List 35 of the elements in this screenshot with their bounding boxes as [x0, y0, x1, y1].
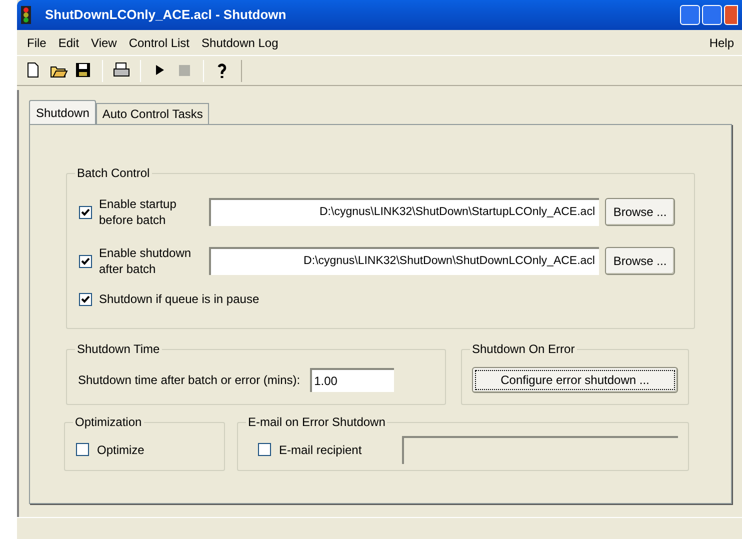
checkbox[interactable] — [258, 443, 271, 456]
traffic-light-icon — [21, 6, 31, 24]
menu-item[interactable]: Edit — [52, 34, 86, 52]
checkbox-label: Enable startup before batch — [99, 196, 178, 228]
group-title: Shutdown Time — [75, 342, 162, 356]
menu-item[interactable]: File — [21, 34, 52, 52]
push-button[interactable]: Browse ... — [605, 247, 675, 275]
tab[interactable]: Auto Control Tasks — [96, 103, 209, 124]
group-title: Batch Control — [75, 166, 152, 180]
minimize-button[interactable] — [680, 5, 700, 25]
time-field[interactable]: 1.00 — [310, 368, 394, 392]
close-button[interactable] — [724, 5, 738, 25]
checkbox-label: Optimize — [97, 442, 144, 458]
tab[interactable]: Shutdown — [29, 100, 96, 124]
window-title: ShutDownLCOnly_ACE.acl - Shutdown — [45, 6, 286, 24]
menu-item[interactable]: Control List — [122, 34, 196, 52]
push-button[interactable]: Configure error shutdown ... — [472, 367, 678, 393]
path-field[interactable]: D:\cygnus\LINK32\ShutDown\StartupLCOnly_ACE.acl — [209, 198, 599, 226]
group-title: E-mail on Error Shutdown — [246, 415, 388, 429]
field-label: Shutdown time after batch or error (mins): — [78, 372, 300, 389]
menu-item[interactable]: Shutdown Log — [196, 34, 284, 52]
path-field[interactable]: D:\cygnus\LINK32\ShutDown\ShutDownLCOnly_ACE.acl — [209, 247, 599, 275]
menu-item[interactable]: Help — [705, 34, 738, 52]
checkbox-label: Enable shutdown after batch — [99, 245, 192, 277]
maximize-button[interactable] — [702, 5, 722, 25]
menu-item[interactable]: View — [85, 34, 123, 52]
checkbox[interactable] — [79, 254, 92, 268]
checkbox[interactable] — [79, 206, 92, 218]
checkbox[interactable] — [76, 443, 89, 456]
checkbox[interactable] — [79, 292, 92, 306]
checkbox-label: Shutdown if queue is in pause — [99, 291, 260, 308]
group-title: Optimization — [73, 415, 144, 429]
checkbox-label: E-mail recipient — [279, 442, 362, 458]
group-title: Shutdown On Error — [470, 342, 577, 356]
push-button[interactable]: Browse ... — [605, 198, 675, 226]
